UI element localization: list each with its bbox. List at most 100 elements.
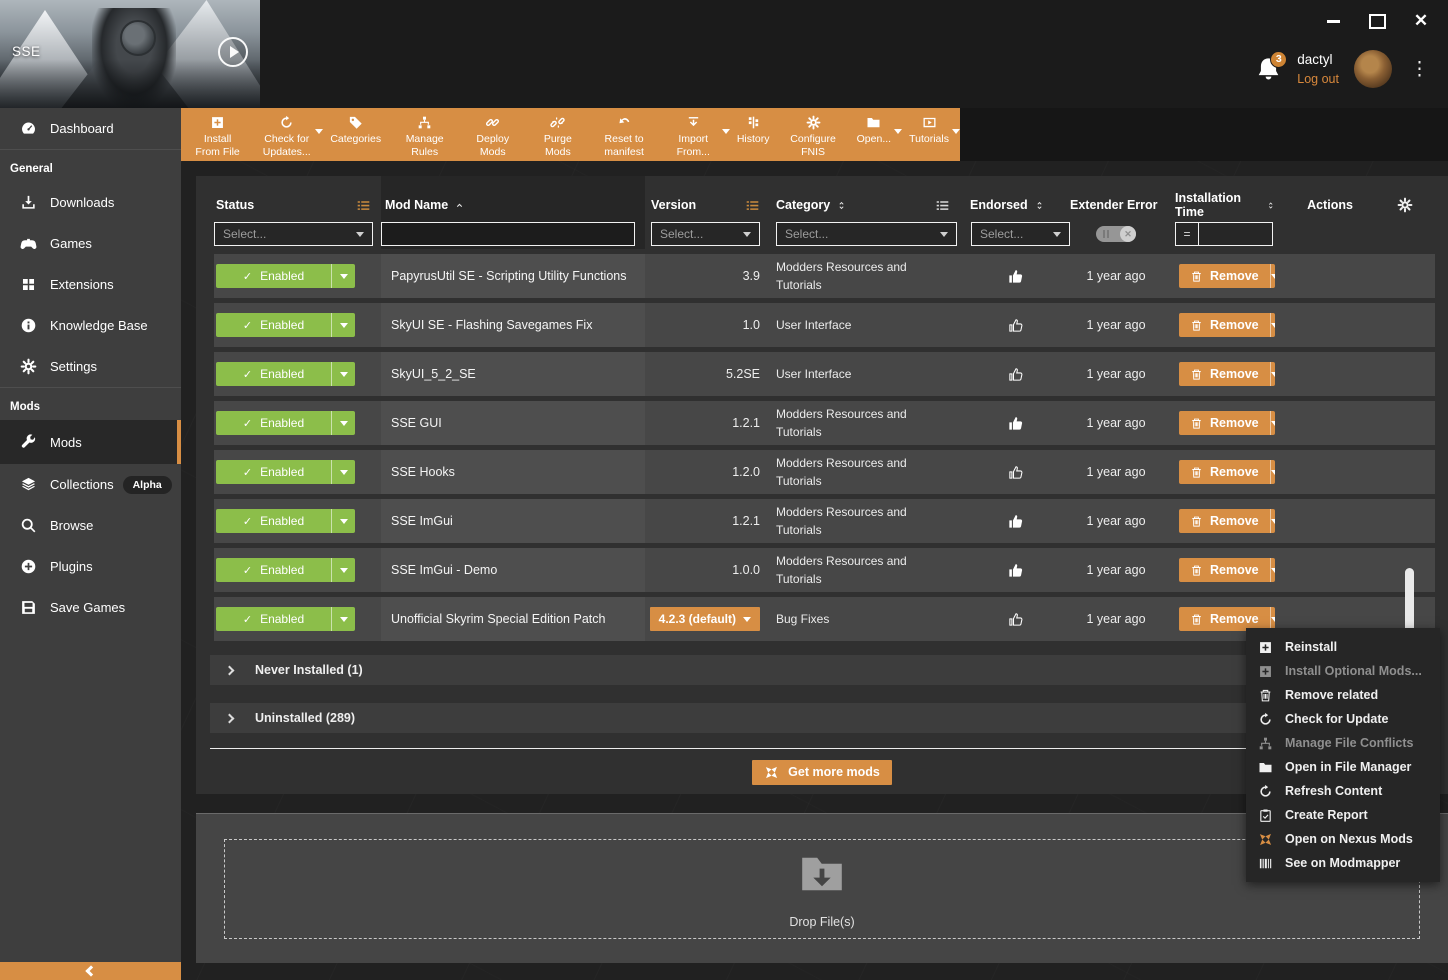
- status-dropdown-caret[interactable]: [331, 460, 355, 484]
- table-row[interactable]: ✓Enabled PapyrusUtil SE - Scripting Util…: [214, 254, 1435, 298]
- category-filter-select[interactable]: Select...: [776, 222, 957, 246]
- column-header-installation-time[interactable]: Installation Time: [1175, 191, 1260, 219]
- thumb-up-outline-icon[interactable]: [1007, 366, 1024, 383]
- toolbar-item-tutorials[interactable]: Tutorials: [900, 108, 958, 161]
- sort-both-icon[interactable]: [1034, 200, 1045, 211]
- toolbar-item-deploy-mods[interactable]: Deploy Mods: [459, 108, 526, 161]
- close-button[interactable]: ✕: [1412, 12, 1430, 30]
- sort-ascending-icon[interactable]: [454, 200, 465, 211]
- context-menu-item-check-for-update[interactable]: Check for Update: [1246, 707, 1440, 731]
- toolbar-item-import-from[interactable]: Import From...: [659, 108, 728, 161]
- toolbar-item-check-for-updates[interactable]: Check for Updates...: [252, 108, 321, 161]
- remove-button[interactable]: Remove: [1179, 313, 1275, 337]
- enabled-toggle-button[interactable]: ✓Enabled: [216, 362, 355, 386]
- modname-filter-input[interactable]: [381, 222, 635, 246]
- table-row[interactable]: ✓Enabled SSE ImGui 1.2.1 1.2.1 Modders R…: [214, 499, 1435, 543]
- status-dropdown-caret[interactable]: [331, 607, 355, 631]
- minimize-button[interactable]: [1324, 12, 1342, 30]
- status-dropdown-caret[interactable]: [331, 362, 355, 386]
- status-dropdown-caret[interactable]: [331, 411, 355, 435]
- table-row[interactable]: ✓Enabled SkyUI_5_2_SE 5.2SE 5.2SE User I…: [214, 352, 1435, 396]
- sidebar-item-plugins[interactable]: Plugins: [0, 546, 181, 587]
- sidebar-item-knowledge-base[interactable]: Knowledge Base: [0, 305, 181, 346]
- column-header-endorsed[interactable]: Endorsed: [970, 198, 1028, 212]
- version-column-menu-icon[interactable]: [745, 198, 760, 213]
- sidebar-item-extensions[interactable]: Extensions: [0, 264, 181, 305]
- play-icon[interactable]: [218, 37, 248, 67]
- toolbar-item-install-from-file[interactable]: Install From File: [183, 108, 252, 161]
- toolbar-item-manage-rules[interactable]: Manage Rules: [390, 108, 459, 161]
- category-column-menu-icon[interactable]: [935, 198, 950, 213]
- table-row[interactable]: ✓Enabled SSE ImGui - Demo 1.0.0 1.0.0 Mo…: [214, 548, 1435, 592]
- context-menu-item-see-on-modmapper[interactable]: See on Modmapper: [1246, 851, 1440, 875]
- logout-link[interactable]: Log out: [1297, 70, 1339, 88]
- sidebar-item-downloads[interactable]: Downloads: [0, 182, 181, 223]
- sidebar-item-browse[interactable]: Browse: [0, 505, 181, 546]
- table-row[interactable]: ✓Enabled SkyUI SE - Flashing Savegames F…: [214, 303, 1435, 347]
- time-filter-input[interactable]: [1199, 222, 1273, 246]
- enabled-toggle-button[interactable]: ✓Enabled: [216, 313, 355, 337]
- remove-button[interactable]: Remove: [1179, 460, 1275, 484]
- thumb-up-outline-icon[interactable]: [1007, 317, 1024, 334]
- table-row[interactable]: ✓Enabled SSE GUI 1.2.1 1.2.1 Modders Res…: [214, 401, 1435, 445]
- thumb-up-outline-icon[interactable]: [1007, 464, 1024, 481]
- enabled-toggle-button[interactable]: ✓Enabled: [216, 558, 355, 582]
- remove-button[interactable]: Remove: [1179, 509, 1275, 533]
- sort-both-icon[interactable]: [836, 200, 847, 211]
- remove-button[interactable]: Remove: [1179, 558, 1275, 582]
- maximize-button[interactable]: [1368, 12, 1386, 30]
- thumb-up-filled-icon[interactable]: [1007, 513, 1024, 530]
- version-dropdown-button[interactable]: 4.2.3 (default): [650, 607, 760, 631]
- table-row[interactable]: ✓Enabled SSE Hooks 1.2.0 1.2.0 Modders R…: [214, 450, 1435, 494]
- notifications-button[interactable]: 3: [1255, 56, 1282, 83]
- avatar[interactable]: [1354, 50, 1392, 88]
- remove-button[interactable]: Remove: [1179, 362, 1275, 386]
- status-column-menu-icon[interactable]: [356, 198, 371, 213]
- context-menu-item-remove-related[interactable]: Remove related: [1246, 683, 1440, 707]
- column-header-mod-name[interactable]: Mod Name: [385, 198, 448, 212]
- status-filter-select[interactable]: Select...: [214, 222, 373, 246]
- context-menu-item-open-in-file-manager[interactable]: Open in File Manager: [1246, 755, 1440, 779]
- context-menu-item-open-on-nexus-mods[interactable]: Open on Nexus Mods: [1246, 827, 1440, 851]
- context-menu-item-refresh-content[interactable]: Refresh Content: [1246, 779, 1440, 803]
- sidebar-collapse-button[interactable]: [0, 962, 181, 980]
- enabled-toggle-button[interactable]: ✓Enabled: [216, 509, 355, 533]
- thumb-up-filled-icon[interactable]: [1007, 268, 1024, 285]
- sidebar-item-collections[interactable]: Collections Alpha: [0, 464, 181, 505]
- context-menu-item-reinstall[interactable]: Reinstall: [1246, 635, 1440, 659]
- toolbar-item-history[interactable]: History: [728, 108, 779, 161]
- sidebar-item-dashboard[interactable]: Dashboard: [0, 108, 181, 149]
- enabled-toggle-button[interactable]: ✓Enabled: [216, 264, 355, 288]
- sidebar-item-save-games[interactable]: Save Games: [0, 587, 181, 628]
- version-filter-select[interactable]: Select...: [651, 222, 760, 246]
- remove-button[interactable]: Remove: [1179, 411, 1275, 435]
- thumb-up-filled-icon[interactable]: [1007, 415, 1024, 432]
- remove-button[interactable]: Remove: [1179, 264, 1275, 288]
- sidebar-item-games[interactable]: Games: [0, 223, 181, 264]
- status-dropdown-caret[interactable]: [331, 558, 355, 582]
- time-equals-operator[interactable]: =: [1175, 222, 1199, 246]
- toolbar-item-categories[interactable]: Categories: [321, 108, 390, 161]
- sort-both-icon[interactable]: [1266, 200, 1275, 211]
- toolbar-item-configure-fnis[interactable]: Configure FNIS: [778, 108, 847, 161]
- thumb-up-outline-icon[interactable]: [1007, 611, 1024, 628]
- kebab-menu-button[interactable]: ⋮: [1407, 58, 1432, 81]
- enabled-toggle-button[interactable]: ✓Enabled: [216, 460, 355, 484]
- status-dropdown-caret[interactable]: [331, 264, 355, 288]
- status-dropdown-caret[interactable]: [331, 313, 355, 337]
- toolbar-item-purge-mods[interactable]: Purge Mods: [526, 108, 589, 161]
- column-header-category[interactable]: Category: [776, 198, 830, 212]
- toolbar-item-reset-to-manifest[interactable]: Reset to manifest: [590, 108, 659, 161]
- enabled-toggle-button[interactable]: ✓Enabled: [216, 607, 355, 631]
- table-settings-gear-icon[interactable]: [1397, 197, 1413, 213]
- status-dropdown-caret[interactable]: [331, 509, 355, 533]
- drop-files-zone[interactable]: Drop File(s): [224, 839, 1420, 939]
- extender-error-filter-toggle[interactable]: ✕: [1096, 226, 1136, 242]
- enabled-toggle-button[interactable]: ✓Enabled: [216, 411, 355, 435]
- sidebar-item-mods[interactable]: Mods: [0, 420, 181, 464]
- thumb-up-filled-icon[interactable]: [1007, 562, 1024, 579]
- context-menu-item-create-report[interactable]: Create Report: [1246, 803, 1440, 827]
- game-thumbnail[interactable]: SSE: [0, 0, 260, 108]
- endorsed-filter-select[interactable]: Select...: [971, 222, 1070, 246]
- get-more-mods-button[interactable]: Get more mods: [752, 760, 892, 785]
